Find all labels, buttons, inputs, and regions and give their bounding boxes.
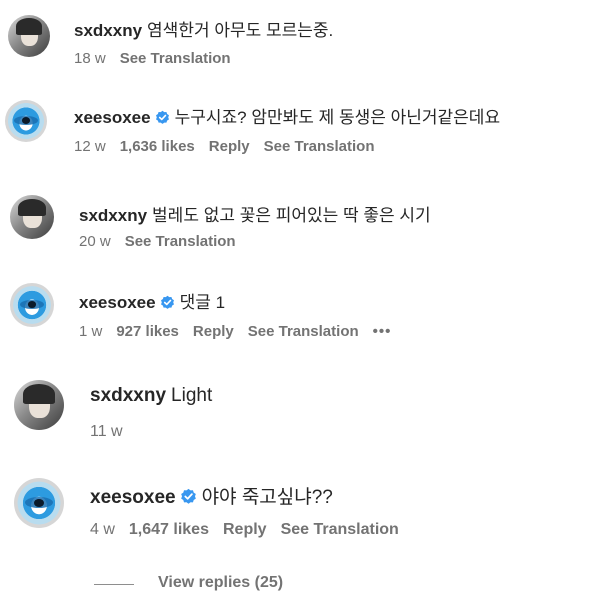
- likes-count[interactable]: 1,647 likes: [129, 521, 209, 538]
- comment-text: 댓글 1: [179, 293, 226, 312]
- avatar[interactable]: [10, 283, 54, 327]
- avatar[interactable]: [10, 195, 54, 239]
- reply-button[interactable]: Reply: [223, 521, 267, 538]
- view-replies-button[interactable]: View replies (25): [158, 574, 283, 592]
- username[interactable]: xeesoxee: [74, 108, 151, 127]
- comment-time: 1 w: [79, 323, 103, 340]
- verified-badge-icon: [160, 295, 174, 309]
- more-options-icon[interactable]: •••: [373, 323, 392, 340]
- view-replies-divider: [94, 584, 134, 585]
- comment-text: 염색한거 아무도 모르는중.: [147, 21, 334, 40]
- username[interactable]: xeesoxee: [90, 487, 176, 508]
- see-translation-button[interactable]: See Translation: [264, 138, 375, 155]
- comment-text: 벌레도 없고 꽃은 피어있는 딱 좋은 시기: [152, 206, 431, 225]
- username[interactable]: sxdxxny: [79, 206, 147, 225]
- comment-time: 20 w: [79, 233, 111, 250]
- see-translation-button[interactable]: See Translation: [120, 50, 231, 67]
- reply-button[interactable]: Reply: [193, 323, 234, 340]
- comment-text: 야야 죽고싶냐??: [201, 487, 333, 508]
- avatar[interactable]: [8, 15, 50, 57]
- avatar[interactable]: [14, 478, 64, 528]
- comment-time: 11 w: [90, 423, 123, 440]
- see-translation-button[interactable]: See Translation: [281, 521, 399, 538]
- verified-badge-icon: [180, 488, 196, 504]
- username[interactable]: xeesoxee: [79, 293, 156, 312]
- comment-time: 18 w: [74, 50, 106, 67]
- avatar[interactable]: [14, 380, 64, 430]
- likes-count[interactable]: 927 likes: [116, 323, 179, 340]
- verified-badge-icon: [155, 110, 169, 124]
- username[interactable]: sxdxxny: [90, 385, 166, 406]
- reply-button[interactable]: Reply: [209, 138, 250, 155]
- comment-text: 누구시죠? 암만봐도 제 동생은 아닌거같은데요: [174, 108, 501, 127]
- avatar[interactable]: [5, 100, 47, 142]
- comment-time: 4 w: [90, 521, 115, 538]
- comment-text: Light: [171, 385, 213, 406]
- username[interactable]: sxdxxny: [74, 21, 142, 40]
- see-translation-button[interactable]: See Translation: [125, 233, 236, 250]
- see-translation-button[interactable]: See Translation: [248, 323, 359, 340]
- likes-count[interactable]: 1,636 likes: [120, 138, 195, 155]
- comment-time: 12 w: [74, 138, 106, 155]
